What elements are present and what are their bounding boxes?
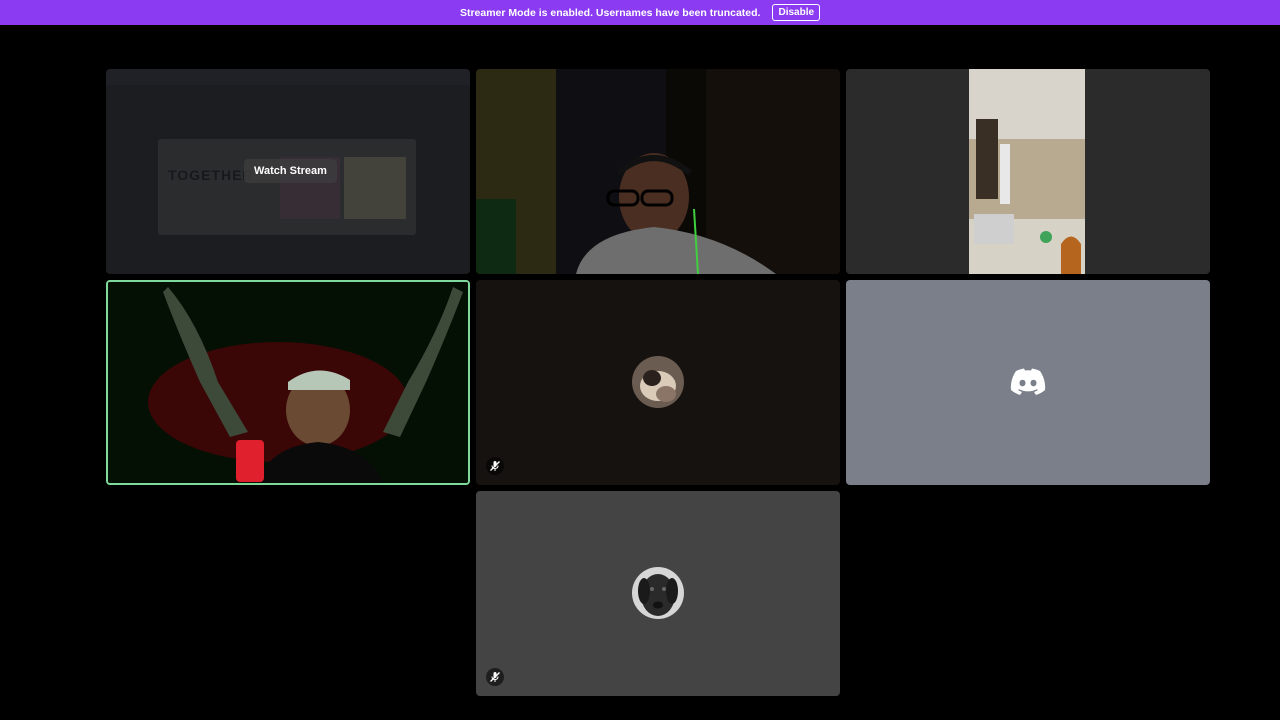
avatar-tile[interactable]	[476, 491, 840, 696]
participant-video	[969, 69, 1085, 274]
participant-avatar	[632, 356, 684, 408]
video-tile[interactable]	[476, 69, 840, 274]
mic-muted-icon	[486, 457, 504, 475]
streamer-mode-text: Streamer Mode is enabled. Usernames have…	[459, 6, 761, 19]
streamer-mode-banner: Streamer Mode is enabled. Usernames have…	[0, 0, 1280, 25]
stream-preview-text: TOGETHER	[168, 167, 254, 183]
participant-video	[108, 282, 468, 483]
disable-streamer-mode-button[interactable]: Disable	[772, 4, 821, 21]
video-tile-speaking[interactable]	[106, 280, 470, 485]
watch-stream-button[interactable]: Watch Stream	[244, 159, 337, 183]
avatar-tile[interactable]	[476, 280, 840, 485]
video-tile[interactable]	[846, 69, 1210, 274]
participant-video	[476, 69, 840, 274]
discord-logo-icon	[1010, 368, 1046, 395]
avatar-tile[interactable]	[846, 280, 1210, 485]
participant-avatar	[632, 567, 684, 619]
mic-muted-icon	[486, 668, 504, 686]
stream-tile[interactable]: TOGETHER Watch Stream	[106, 69, 470, 274]
